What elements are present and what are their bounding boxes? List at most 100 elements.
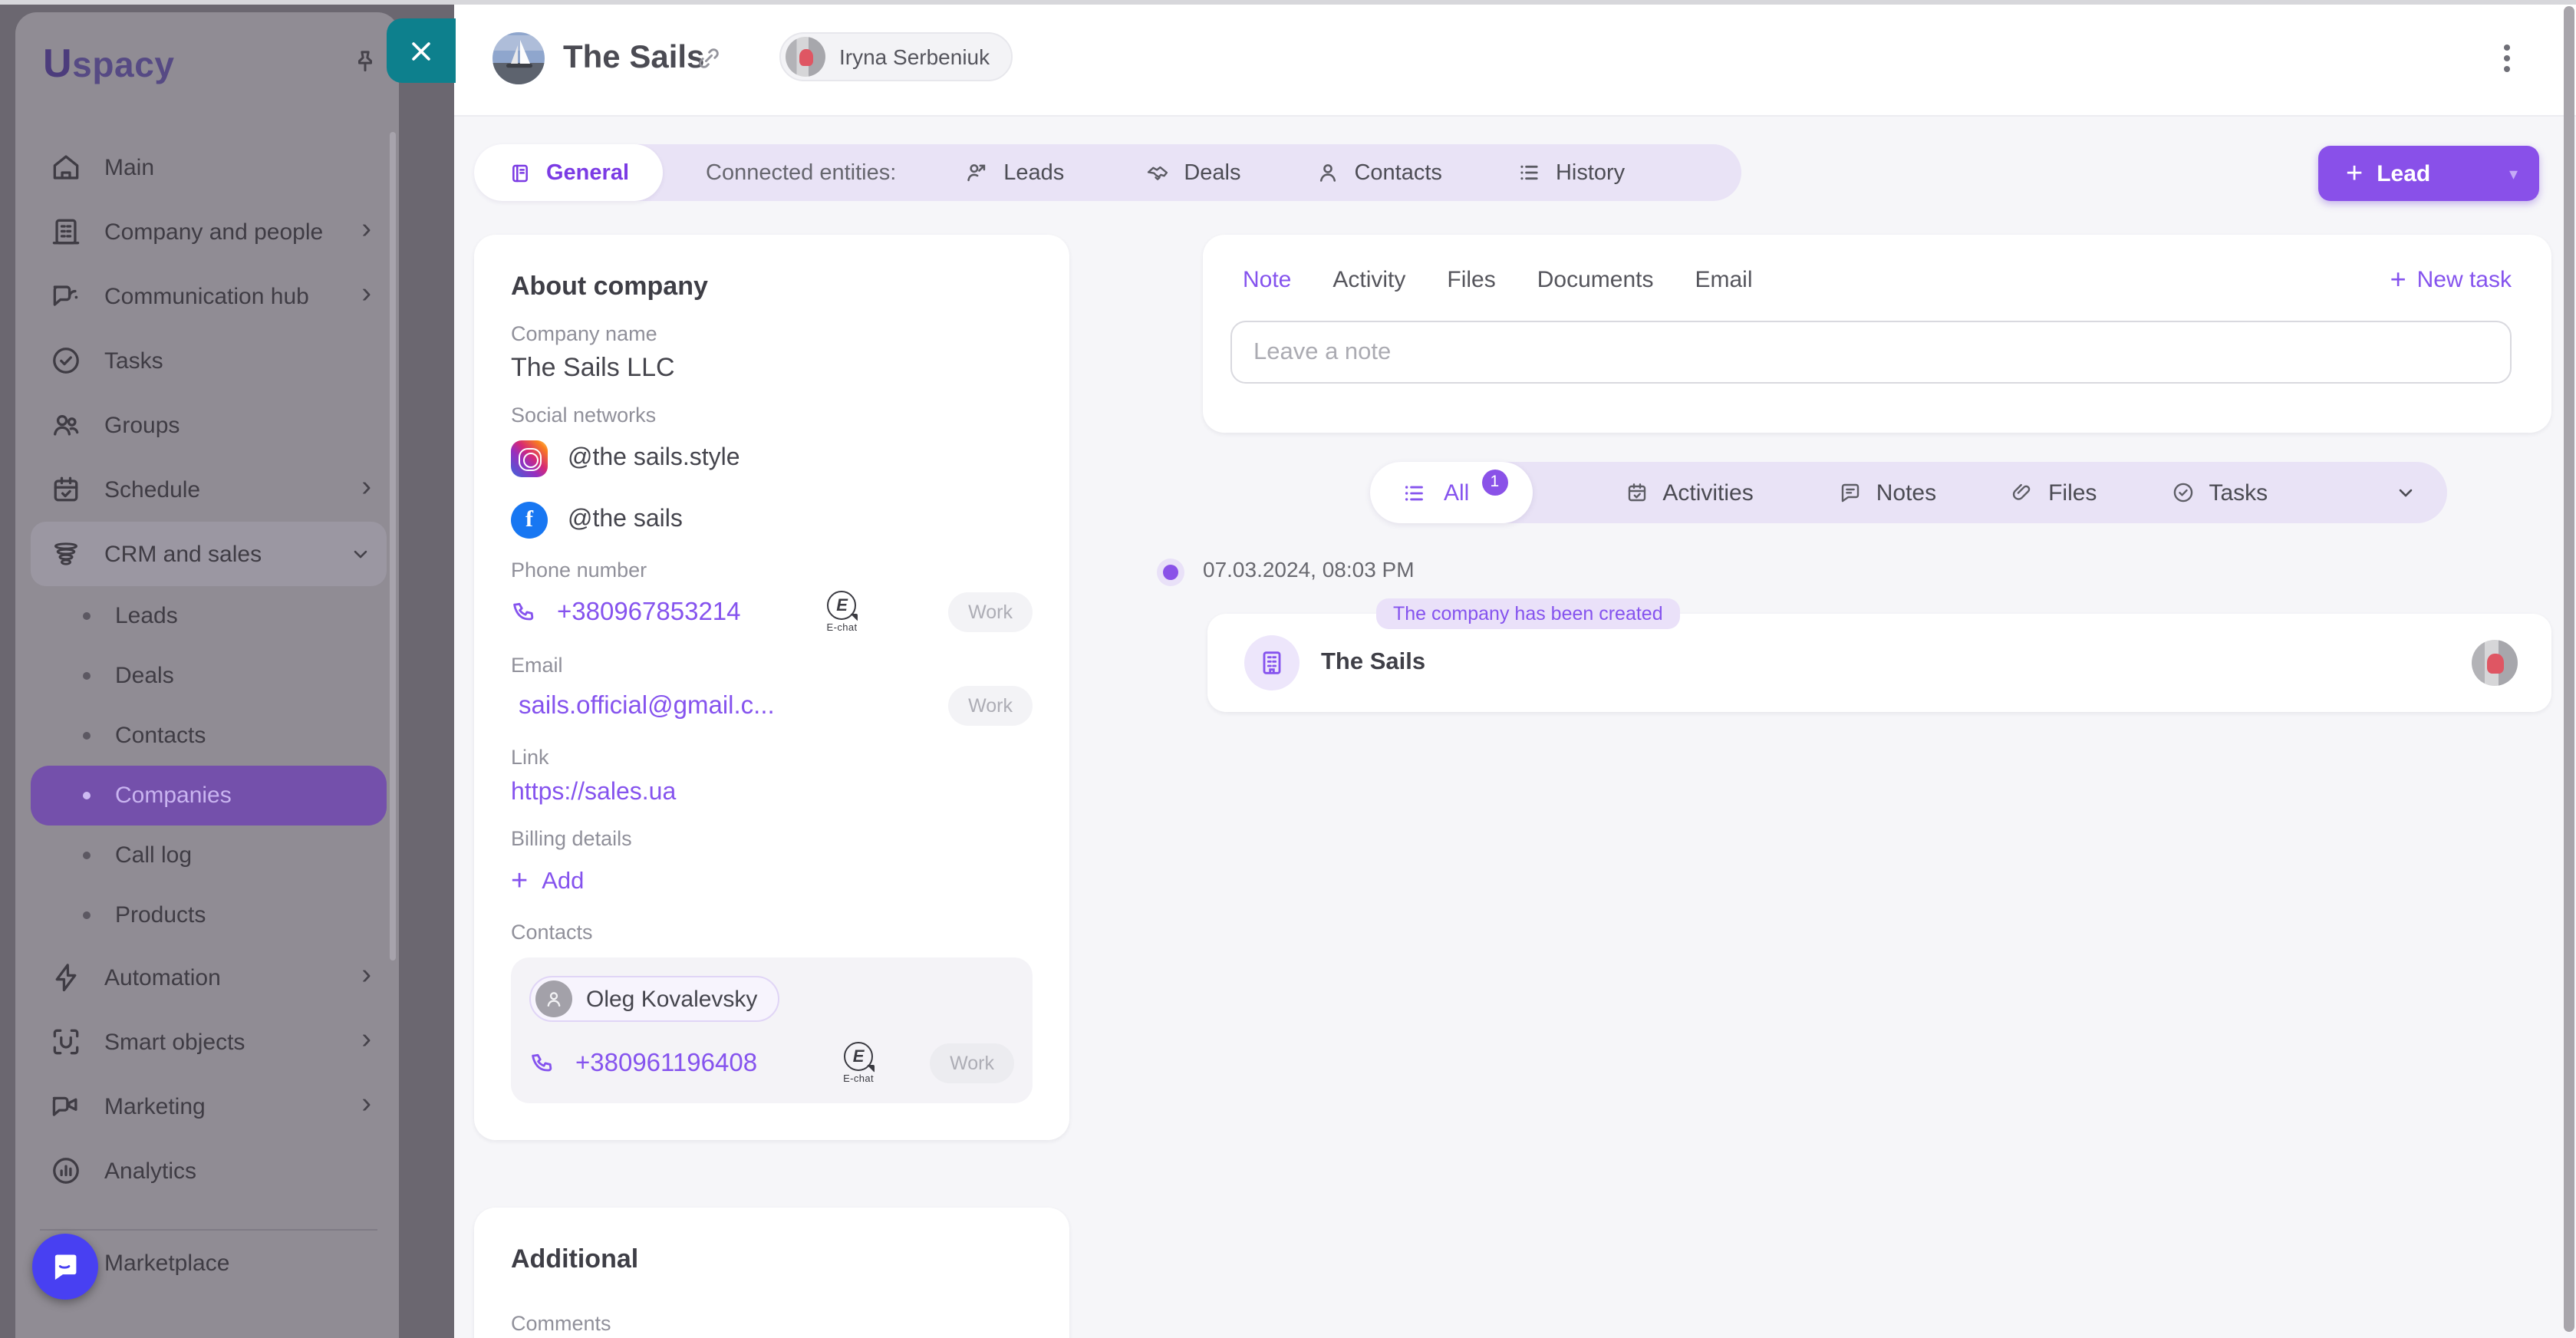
timeline-event-card[interactable]: The company has been created The Sails — [1207, 614, 2551, 712]
contact-chip[interactable]: Oleg Kovalevsky — [529, 976, 779, 1022]
close-panel-button[interactable] — [387, 18, 456, 83]
bullet-icon — [83, 672, 91, 680]
instagram-handle[interactable]: @the sails.style — [568, 445, 740, 473]
phone-icon — [511, 598, 539, 626]
sidebar-subitem-products[interactable]: Products — [31, 885, 387, 945]
composer-tab-files[interactable]: Files — [1447, 266, 1495, 292]
list-icon — [1401, 480, 1427, 506]
event-user-avatar — [2472, 640, 2518, 686]
echat-icon[interactable]: E E-chat — [843, 1042, 874, 1085]
owner-chip[interactable]: Iryna Serbeniuk — [779, 32, 1013, 81]
additional-card: Additional Comments — [474, 1208, 1069, 1338]
phone-value[interactable]: +380967853214 — [557, 598, 741, 627]
sidebar-item-communication-hub[interactable]: Communication hub › — [31, 264, 387, 328]
lightning-icon — [49, 961, 83, 994]
calendar-icon — [49, 473, 83, 506]
analytics-icon — [49, 1154, 83, 1188]
sidebar-item-company-and-people[interactable]: Company and people › — [31, 199, 387, 264]
company-name-label: Company name — [511, 322, 1033, 345]
note-input[interactable] — [1230, 321, 2512, 384]
facebook-handle[interactable]: @the sails — [568, 506, 683, 534]
handshake-icon — [1144, 160, 1170, 186]
phone-type-badge: Work — [948, 592, 1033, 632]
sidebar-item-analytics[interactable]: Analytics — [31, 1139, 387, 1203]
comments-label: Comments — [511, 1312, 1033, 1335]
calendar-icon — [1624, 480, 1649, 505]
chat-launcher-button[interactable] — [32, 1234, 98, 1300]
facebook-icon[interactable]: f — [511, 502, 548, 539]
timeline-date: 07.03.2024, 08:03 PM — [1203, 557, 1415, 582]
owner-name: Iryna Serbeniuk — [839, 44, 990, 69]
contact-name: Oleg Kovalevsky — [586, 986, 757, 1012]
chevron-right-icon: › — [361, 215, 371, 249]
website-link[interactable]: https://sales.ua — [511, 779, 676, 806]
chevron-down-icon[interactable] — [2395, 482, 2416, 503]
tab-general[interactable]: General — [474, 144, 663, 201]
chevron-right-icon: › — [361, 279, 371, 313]
tab-leads[interactable]: Leads — [964, 160, 1064, 186]
phone-label: Phone number — [511, 559, 1033, 582]
sidebar-item-label: Main — [104, 154, 154, 180]
event-tag: The company has been created — [1376, 598, 1680, 629]
sidebar-item-tasks[interactable]: Tasks — [31, 328, 387, 393]
tab-history[interactable]: History — [1516, 160, 1625, 186]
composer-tab-note[interactable]: Note — [1243, 266, 1291, 292]
sidebar-scrollbar[interactable] — [390, 132, 396, 961]
echat-icon[interactable]: E E-chat — [827, 591, 858, 634]
sidebar-subitem-leads[interactable]: Leads — [31, 586, 387, 646]
sidebar-item-smart-objects[interactable]: Smart objects › — [31, 1010, 387, 1074]
contact-phone-type-badge: Work — [930, 1043, 1014, 1083]
filter-files[interactable]: Files — [2010, 480, 2097, 506]
close-icon — [408, 38, 434, 64]
home-icon — [49, 150, 83, 184]
person-icon — [1314, 160, 1340, 186]
company-name-value[interactable]: The Sails LLC — [511, 353, 1033, 384]
email-value[interactable]: sails.official@gmail.c... — [519, 691, 775, 720]
contact-phone-value[interactable]: +380961196408 — [575, 1049, 757, 1078]
sidebar-item-crm-and-sales[interactable]: CRM and sales — [31, 522, 387, 586]
additional-title: Additional — [511, 1244, 1033, 1275]
sidebar-menu: Main Company and people › Communication … — [31, 135, 387, 1295]
filter-all[interactable]: All 1 — [1370, 462, 1532, 523]
chat-bubble-icon — [48, 1250, 82, 1284]
plus-icon: + — [2346, 159, 2363, 188]
more-menu-icon[interactable] — [2493, 40, 2521, 77]
sidebar-item-groups[interactable]: Groups — [31, 393, 387, 457]
about-company-card: About company Company name The Sails LLC… — [474, 235, 1069, 1140]
lead-person-icon — [964, 160, 990, 186]
page-scrollbar[interactable] — [2564, 6, 2574, 1332]
contact-avatar-icon — [535, 980, 572, 1017]
tab-deals[interactable]: Deals — [1144, 160, 1240, 186]
composer-tab-documents[interactable]: Documents — [1537, 266, 1654, 292]
instagram-icon[interactable] — [511, 440, 548, 477]
sidebar-item-schedule[interactable]: Schedule › — [31, 457, 387, 522]
filter-tasks[interactable]: Tasks — [2170, 480, 2268, 506]
copy-link-icon[interactable] — [695, 44, 723, 72]
funnel-icon — [49, 537, 83, 571]
add-billing-button[interactable]: + Add — [511, 867, 1033, 896]
composer-tab-email[interactable]: Email — [1695, 266, 1753, 292]
plus-icon: + — [2390, 265, 2406, 293]
sidebar-item-main[interactable]: Main — [31, 135, 387, 199]
sidebar-subitem-contacts[interactable]: Contacts — [31, 706, 387, 766]
sidebar-subitem-companies[interactable]: Companies — [31, 766, 387, 826]
filter-notes[interactable]: Notes — [1838, 480, 1936, 506]
sidebar-item-automation[interactable]: Automation › — [31, 945, 387, 1010]
sidebar-subitem-deals[interactable]: Deals — [31, 646, 387, 706]
composer-tab-activity[interactable]: Activity — [1332, 266, 1405, 292]
filter-activities[interactable]: Activities — [1624, 480, 1753, 506]
sidebar-item-marketing[interactable]: Marketing › — [31, 1074, 387, 1139]
bullet-icon — [83, 911, 91, 919]
sidebar-subitem-call-log[interactable]: Call log — [31, 826, 387, 885]
check-circle-icon — [2170, 480, 2195, 505]
tab-contacts[interactable]: Contacts — [1314, 160, 1441, 186]
people-icon — [49, 408, 83, 442]
caret-down-icon: ▾ — [2509, 163, 2518, 183]
owner-avatar — [786, 37, 825, 77]
new-task-button[interactable]: + New task — [2390, 265, 2512, 293]
panel-header: The Sails Iryna Serbeniuk — [454, 0, 2576, 115]
chevron-right-icon: › — [361, 961, 371, 994]
pin-sidebar-icon[interactable] — [350, 48, 380, 78]
company-avatar[interactable] — [492, 32, 545, 84]
add-lead-button[interactable]: + Lead ▾ — [2318, 146, 2539, 201]
